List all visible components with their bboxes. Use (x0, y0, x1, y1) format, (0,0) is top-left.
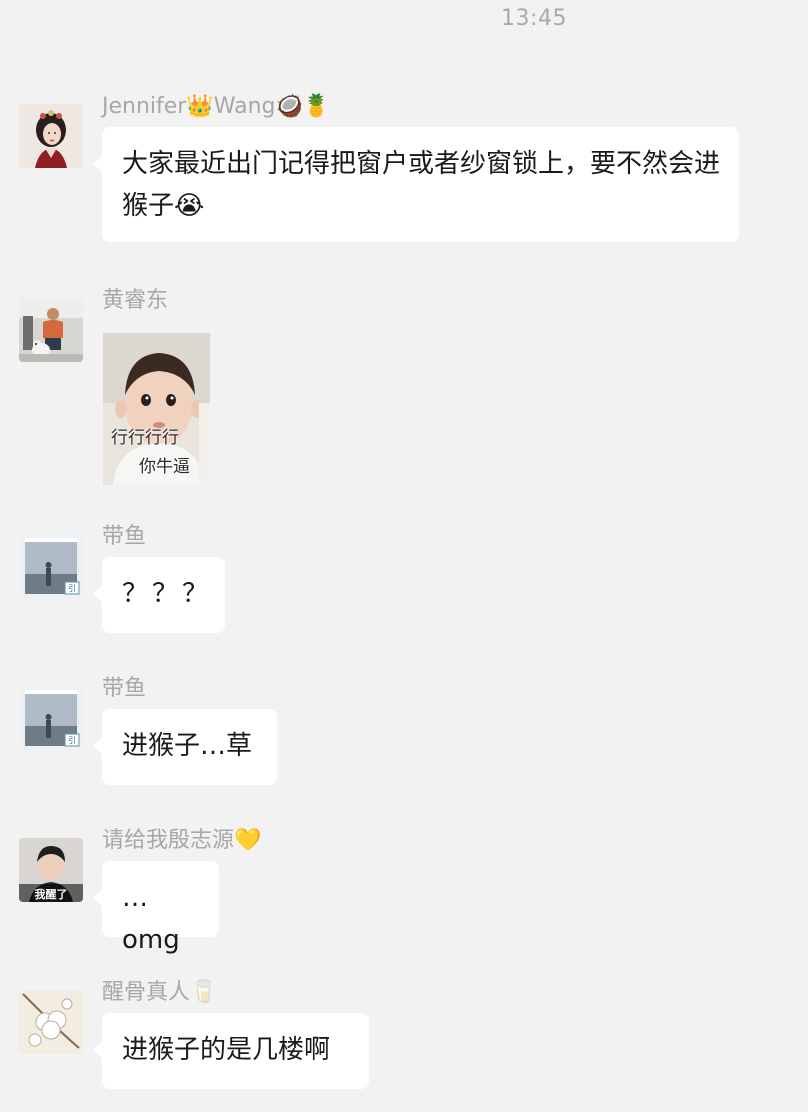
misty-figure-avatar[interactable]: 引 (19, 686, 83, 750)
chat-timestamp: 13:45 (501, 6, 567, 31)
message-bubble[interactable]: ？？？ (93, 557, 225, 633)
message-bubble[interactable]: 大家最近出门记得把窗户或者纱窗锁上，要不然会进猴子😭 (93, 127, 739, 242)
svg-text:引: 引 (68, 736, 76, 745)
sender-name: 请给我殷志源💛 (102, 828, 262, 853)
svg-text:引: 引 (68, 584, 76, 593)
man-with-dog-avatar[interactable] (19, 298, 83, 362)
message-bubble[interactable]: 进猴子…草 (93, 709, 277, 785)
sender-name: Jennifer👑Wang🥥🍍 (102, 94, 331, 119)
sender-name: 带鱼 (102, 524, 147, 549)
sender-name: 黄睿东 (102, 288, 169, 313)
misty-figure-avatar[interactable]: 引 (19, 534, 83, 598)
meme-sticker[interactable]: 行行行行 你牛逼 (103, 333, 210, 485)
sender-name: 带鱼 (102, 676, 147, 701)
message-bubble[interactable]: …omg (93, 861, 219, 955)
sender-name: 醒骨真人🥛 (102, 980, 218, 1005)
woman-portrait-avatar[interactable] (19, 104, 83, 168)
sticker-caption: 你牛逼 (139, 457, 190, 477)
message-bubble[interactable]: 进猴子的是几楼啊 (93, 1013, 369, 1089)
person-selfie-avatar[interactable]: 我醒了 (19, 838, 83, 902)
sticker-caption: 行行行行 (111, 428, 179, 448)
avatar-caption: 我醒了 (34, 888, 68, 901)
cotton-flower-avatar[interactable] (19, 990, 83, 1054)
